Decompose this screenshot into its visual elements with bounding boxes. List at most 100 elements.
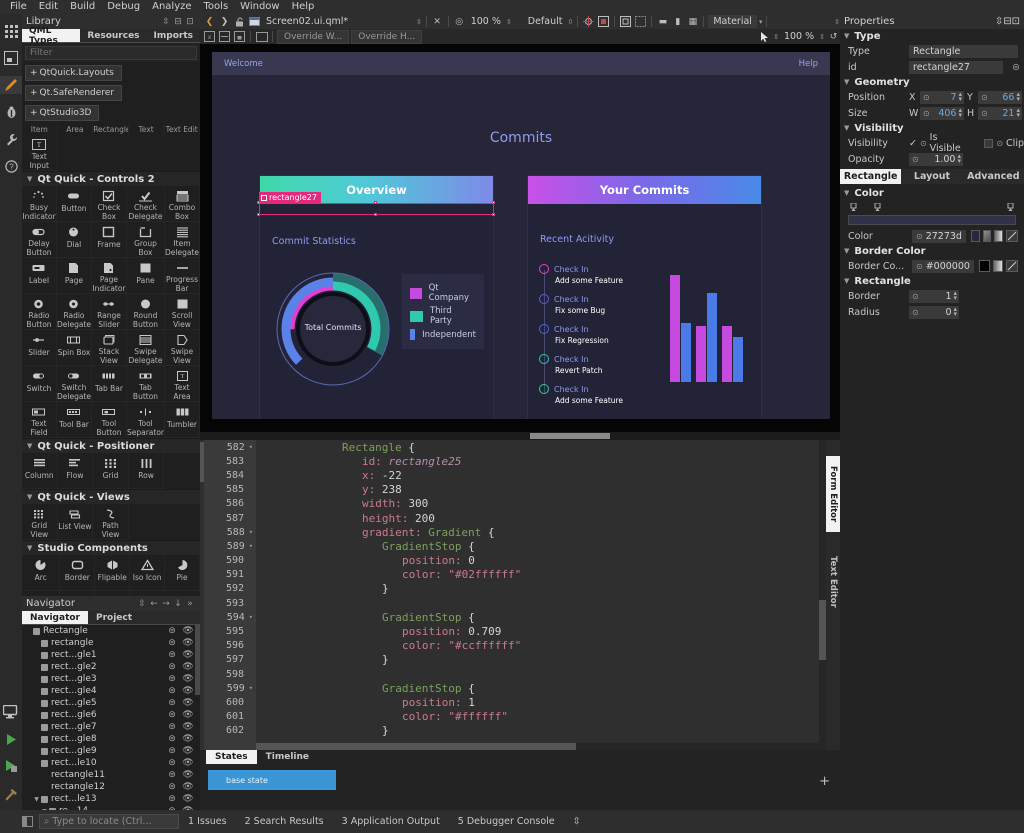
- snap-icon[interactable]: [597, 15, 610, 28]
- text-editor[interactable]: 582▾583584585586587588▾589▾5905915925935…: [200, 440, 826, 750]
- library-item-item-delegate[interactable]: Item Delegate: [165, 222, 200, 258]
- library-tab-qml-types[interactable]: QML Types: [22, 29, 80, 42]
- group-geometry-header[interactable]: ▼ Geometry: [840, 75, 1024, 89]
- menu-item-debug[interactable]: Debug: [101, 0, 146, 14]
- add-state-button[interactable]: +: [819, 774, 830, 789]
- status-item-application-output[interactable]: 3 Application Output: [333, 816, 449, 827]
- opacity-stepper[interactable]: ▴▾: [957, 154, 961, 164]
- library-item-check-box[interactable]: Check Box: [92, 186, 127, 222]
- library-add-icon[interactable]: ⊟: [172, 17, 184, 27]
- status-item-debugger-console[interactable]: 5 Debugger Console: [449, 816, 564, 827]
- visibility-eye-icon[interactable]: 👁: [180, 722, 196, 732]
- debug-bug-icon[interactable]: [2, 103, 20, 121]
- activity-row[interactable]: Check In: [539, 324, 589, 334]
- your-commits-card[interactable]: Your Commits Recent Acitivity Check InAd…: [527, 175, 762, 419]
- export-toggle-icon[interactable]: ⊜: [164, 674, 180, 684]
- import-chip-qtquick-layouts[interactable]: +QtQuick.Layouts: [25, 65, 122, 81]
- navigator-back-icon[interactable]: ←: [148, 599, 160, 609]
- unlock-icon[interactable]: [233, 15, 246, 28]
- export-toggle-icon[interactable]: ⊜: [164, 662, 180, 672]
- x-spinbox[interactable]: ⊙ 7 ▴▾: [920, 91, 964, 104]
- export-toggle-icon[interactable]: ⊜: [164, 758, 180, 768]
- gradient-stop-marker-3[interactable]: [1007, 202, 1014, 211]
- library-item-scroll-view[interactable]: Scroll View: [165, 294, 200, 330]
- vertical-tab-text-editor[interactable]: Text Editor: [826, 544, 840, 620]
- navigator-row[interactable]: Rectangle⊜👁: [22, 625, 200, 637]
- library-section-header-qt-quick-positioner[interactable]: ▼Qt Quick - Positioner: [22, 438, 200, 453]
- library-item-path-view[interactable]: Path View: [93, 504, 129, 540]
- library-item-round-button[interactable]: Round Button: [127, 294, 165, 330]
- library-section-header-studio-components[interactable]: ▼Studio Components: [22, 540, 200, 555]
- library-peek-item[interactable]: Item: [22, 124, 58, 135]
- library-item-column[interactable]: Column: [22, 453, 58, 489]
- navigator-row[interactable]: rectangle12⊜👁: [22, 781, 200, 793]
- group-rectangle-header[interactable]: ▼ Rectangle: [840, 274, 1024, 288]
- export-toggle-icon[interactable]: ⊜: [164, 626, 180, 636]
- library-item-radio-button[interactable]: Radio Button: [22, 294, 57, 330]
- width-spinbox[interactable]: ⊙ 406 ▴▾: [920, 107, 964, 120]
- library-close-icon[interactable]: ⊡: [184, 17, 196, 27]
- navigator-row[interactable]: rect...gle4⊜👁: [22, 685, 200, 697]
- color-value-field[interactable]: ⊙ 27273d: [912, 230, 966, 243]
- library-item-arc[interactable]: Arc: [22, 555, 60, 591]
- radius-stepper[interactable]: ▴▾: [953, 307, 957, 317]
- library-item-delay-button[interactable]: Delay Button: [22, 222, 57, 258]
- id-value-field[interactable]: rectangle27: [909, 61, 1003, 74]
- group-border-color-header[interactable]: ▼ Border Color: [840, 244, 1024, 258]
- library-section-header-qt-quick-controls-2[interactable]: ▼Qt Quick - Controls 2: [22, 171, 200, 186]
- library-section-header-qt-quick-views[interactable]: ▼Qt Quick - Views: [22, 489, 200, 504]
- selection-handle-tm[interactable]: [374, 201, 377, 204]
- selection-handle-bm[interactable]: [374, 213, 377, 216]
- design-canvas[interactable]: Welcome Help Commits Overview Commit Sta…: [212, 52, 830, 419]
- style-combo[interactable]: Material: [708, 15, 757, 28]
- library-item-tool-separator[interactable]: Tool Separator: [127, 402, 165, 438]
- type-value-field[interactable]: Rectangle: [909, 45, 1018, 58]
- pointer-tool-icon[interactable]: [758, 30, 771, 43]
- library-item-pie[interactable]: Pie: [165, 555, 200, 591]
- menu-item-edit[interactable]: Edit: [33, 0, 64, 14]
- anchor-lock-icon[interactable]: [233, 30, 246, 43]
- zoom-stepper[interactable]: ⇳: [506, 18, 512, 26]
- status-item-issues[interactable]: 1 Issues: [179, 816, 236, 827]
- is-visible-checkbox[interactable]: ✓: [909, 138, 917, 149]
- canvas-zoom-stepper-left[interactable]: ⇳: [773, 33, 779, 41]
- states-tab-states[interactable]: States: [206, 750, 257, 764]
- state-item-base[interactable]: base state: [208, 770, 336, 790]
- import-chip-qtstudio3d[interactable]: +QtStudio3D: [25, 105, 99, 121]
- library-item-tool-button[interactable]: Tool Button: [92, 402, 127, 438]
- status-more-icon[interactable]: ⇳: [564, 816, 590, 827]
- visibility-eye-icon[interactable]: 👁: [180, 782, 196, 792]
- style-combo-arrow[interactable]: ▾: [759, 18, 763, 26]
- fold-marker-icon[interactable]: ▾: [249, 684, 253, 692]
- canvas-size-icon[interactable]: [255, 30, 268, 43]
- library-item-text-area[interactable]: TText Area: [165, 366, 200, 402]
- library-item-swipe-delegate[interactable]: Swipe Delegate: [127, 330, 165, 366]
- navigator-row[interactable]: rect...gle3⊜👁: [22, 673, 200, 685]
- navigator-split-icon[interactable]: ⇳: [136, 599, 148, 609]
- navigator-row[interactable]: rectangle11⊜👁: [22, 769, 200, 781]
- library-item-tool-bar[interactable]: Tool Bar: [57, 402, 92, 438]
- color-swatch-none[interactable]: [1006, 230, 1018, 242]
- export-toggle-icon[interactable]: ⊜: [164, 746, 180, 756]
- library-item-range-slider[interactable]: Range Slider: [92, 294, 127, 330]
- canvas-zoom-stepper-right[interactable]: ⇳: [819, 33, 825, 41]
- design-icon[interactable]: [2, 49, 20, 67]
- radius-spinbox[interactable]: ⊙ 0 ▴▾: [909, 306, 959, 319]
- file-combo-stepper[interactable]: ⇳: [416, 18, 422, 26]
- projects-wrench-icon[interactable]: [2, 130, 20, 148]
- library-peek-item[interactable]: Text: [129, 124, 165, 135]
- override-height-field[interactable]: Override H...: [351, 30, 422, 44]
- menu-item-tools[interactable]: Tools: [198, 0, 235, 14]
- status-item-search-results[interactable]: 2 Search Results: [236, 816, 333, 827]
- border-swatch-none[interactable]: [1006, 260, 1018, 272]
- visibility-eye-icon[interactable]: 👁: [180, 662, 196, 672]
- color-swatch-gradient2[interactable]: [994, 230, 1003, 242]
- properties-tab-layout[interactable]: Layout: [901, 169, 962, 184]
- library-tab-imports[interactable]: Imports: [147, 29, 200, 42]
- show-boundaries-icon[interactable]: [619, 15, 632, 28]
- vertical-tab-form-editor[interactable]: Form Editor: [826, 456, 840, 532]
- anchor-fill-icon[interactable]: x: [203, 30, 216, 43]
- debug-play-icon[interactable]: [2, 757, 20, 775]
- form-editor-hscroll-thumb[interactable]: [530, 433, 610, 439]
- forward-chevron-icon[interactable]: ❯: [218, 15, 231, 28]
